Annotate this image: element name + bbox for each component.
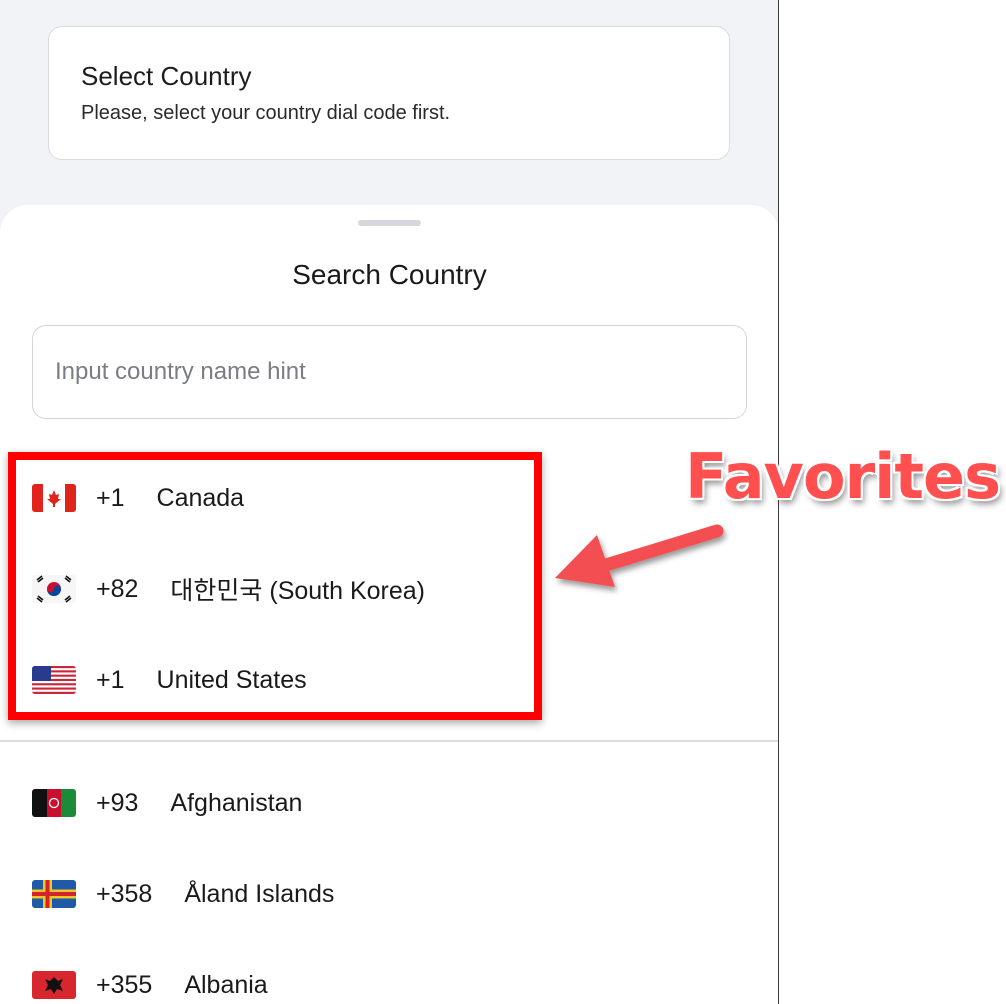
dial-code: +358 (96, 879, 153, 908)
country-name: Albania (184, 970, 268, 999)
sheet-title: Search Country (292, 259, 487, 290)
select-country-title: Select Country (81, 61, 252, 91)
albania-flag-icon (32, 971, 76, 999)
favorites-annotation-label: Favorites (685, 440, 1001, 513)
country-name: Åland Islands (184, 879, 335, 908)
annotation-arrow-icon (555, 524, 724, 587)
country-name: Afghanistan (170, 788, 303, 817)
favorites-highlight-box (8, 452, 542, 720)
select-country-subtitle: Please, select your country dial code fi… (81, 102, 451, 124)
select-country-card[interactable]: Select Country Please, select your count… (48, 26, 730, 160)
country-row[interactable]: +355 Albania (32, 965, 268, 1004)
afghanistan-flag-icon (32, 789, 76, 817)
sheet-drag-handle[interactable] (358, 220, 421, 226)
country-row[interactable]: +93 Afghanistan (32, 783, 302, 823)
aland-islands-flag-icon (32, 880, 76, 908)
dial-code: +93 (96, 788, 139, 817)
dial-code: +355 (96, 970, 153, 999)
country-search-input[interactable] (32, 325, 747, 419)
favorites-divider (0, 740, 778, 742)
country-row[interactable]: +358 Åland Islands (32, 874, 334, 914)
